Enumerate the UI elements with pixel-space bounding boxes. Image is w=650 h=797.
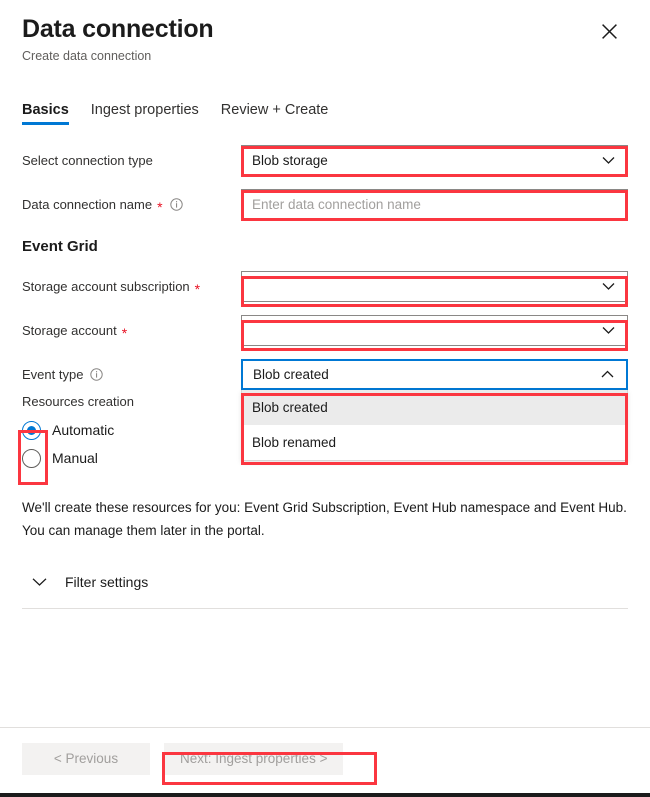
data-connection-panel: Data connection Create data connection B…: [0, 0, 650, 797]
title-row: Data connection: [22, 14, 628, 44]
connection-type-control: Blob storage: [241, 145, 628, 176]
panel-subtitle: Create data connection: [22, 49, 152, 63]
data-connection-name-control: Enter data connection name: [241, 189, 628, 220]
data-connection-name-label-text: Data connection name: [22, 196, 153, 212]
event-type-value: Blob created: [253, 367, 329, 382]
tab-basics[interactable]: Basics: [22, 102, 69, 125]
panel-header: Data connection Create data connection: [0, 0, 650, 63]
connection-type-label-text: Select connection type: [22, 152, 153, 168]
tab-bar: Basics Ingest properties Review + Create: [0, 95, 650, 125]
storage-account-subscription-select[interactable]: [241, 271, 628, 302]
basics-form: Select connection type Blob storage Data…: [0, 145, 650, 609]
chevron-up-icon: [600, 368, 614, 382]
field-storage-account-subscription: Storage account subscription *: [22, 271, 628, 302]
connection-type-select[interactable]: Blob storage: [241, 145, 628, 176]
filter-settings-toggle[interactable]: Filter settings: [22, 568, 628, 596]
required-asterisk: *: [121, 324, 128, 341]
chevron-down-icon: [601, 280, 615, 294]
radio-icon-selected: [22, 420, 41, 440]
chevron-down-icon: [601, 154, 615, 168]
page-title: Data connection: [22, 15, 214, 43]
data-connection-name-placeholder: Enter data connection name: [252, 197, 421, 212]
radio-label-automatic: Automatic: [52, 422, 115, 438]
info-icon[interactable]: [90, 368, 104, 381]
storage-account-subscription-label-text: Storage account subscription: [22, 278, 190, 294]
event-type-option-blob-created[interactable]: Blob created: [242, 390, 627, 425]
filter-settings-label: Filter settings: [65, 574, 149, 590]
tab-review-create[interactable]: Review + Create: [221, 102, 329, 125]
field-storage-account: Storage account *: [22, 315, 628, 346]
resources-note: We'll create these resources for you: Ev…: [22, 500, 627, 538]
tab-ingest-properties[interactable]: Ingest properties: [91, 102, 199, 125]
storage-account-label-text: Storage account: [22, 322, 117, 338]
required-asterisk: *: [157, 198, 163, 215]
data-connection-name-input[interactable]: Enter data connection name: [241, 189, 628, 220]
storage-account-control: [241, 315, 628, 346]
field-connection-type: Select connection type Blob storage: [22, 145, 628, 176]
field-data-connection-name: Data connection name * Enter data connec…: [22, 189, 628, 220]
data-connection-name-label: Data connection name *: [22, 196, 241, 215]
section-title-event-grid: Event Grid: [22, 238, 98, 255]
close-icon[interactable]: [596, 18, 622, 44]
event-type-dropdown-list[interactable]: Blob created Blob renamed: [241, 390, 628, 461]
field-event-type: Event type Blob created Blob created Blo…: [22, 359, 628, 461]
storage-account-select[interactable]: [241, 315, 628, 346]
next-button[interactable]: Next: Ingest properties >: [164, 742, 344, 775]
connection-type-label: Select connection type: [22, 153, 241, 169]
storage-account-subscription-label: Storage account subscription *: [22, 278, 241, 297]
event-type-option-blob-renamed[interactable]: Blob renamed: [242, 425, 627, 460]
storage-account-label: Storage account *: [22, 322, 241, 341]
section-divider: [22, 608, 628, 609]
info-icon[interactable]: [169, 198, 183, 211]
radio-icon-unselected: [22, 448, 41, 468]
chevron-down-icon: [32, 577, 47, 587]
connection-type-value: Blob storage: [252, 153, 328, 168]
event-type-label: Event type: [22, 367, 241, 383]
event-type-select[interactable]: Blob created: [241, 359, 628, 390]
storage-account-subscription-control: [241, 271, 628, 302]
required-asterisk: *: [194, 280, 201, 297]
event-type-control: Blob created Blob created Blob renamed: [241, 359, 628, 461]
previous-button[interactable]: < Previous: [22, 742, 150, 775]
event-type-label-text: Event type: [22, 366, 84, 382]
chevron-down-icon: [601, 324, 615, 338]
radio-label-manual: Manual: [52, 450, 98, 466]
panel-footer: < Previous Next: Ingest properties >: [0, 727, 650, 789]
